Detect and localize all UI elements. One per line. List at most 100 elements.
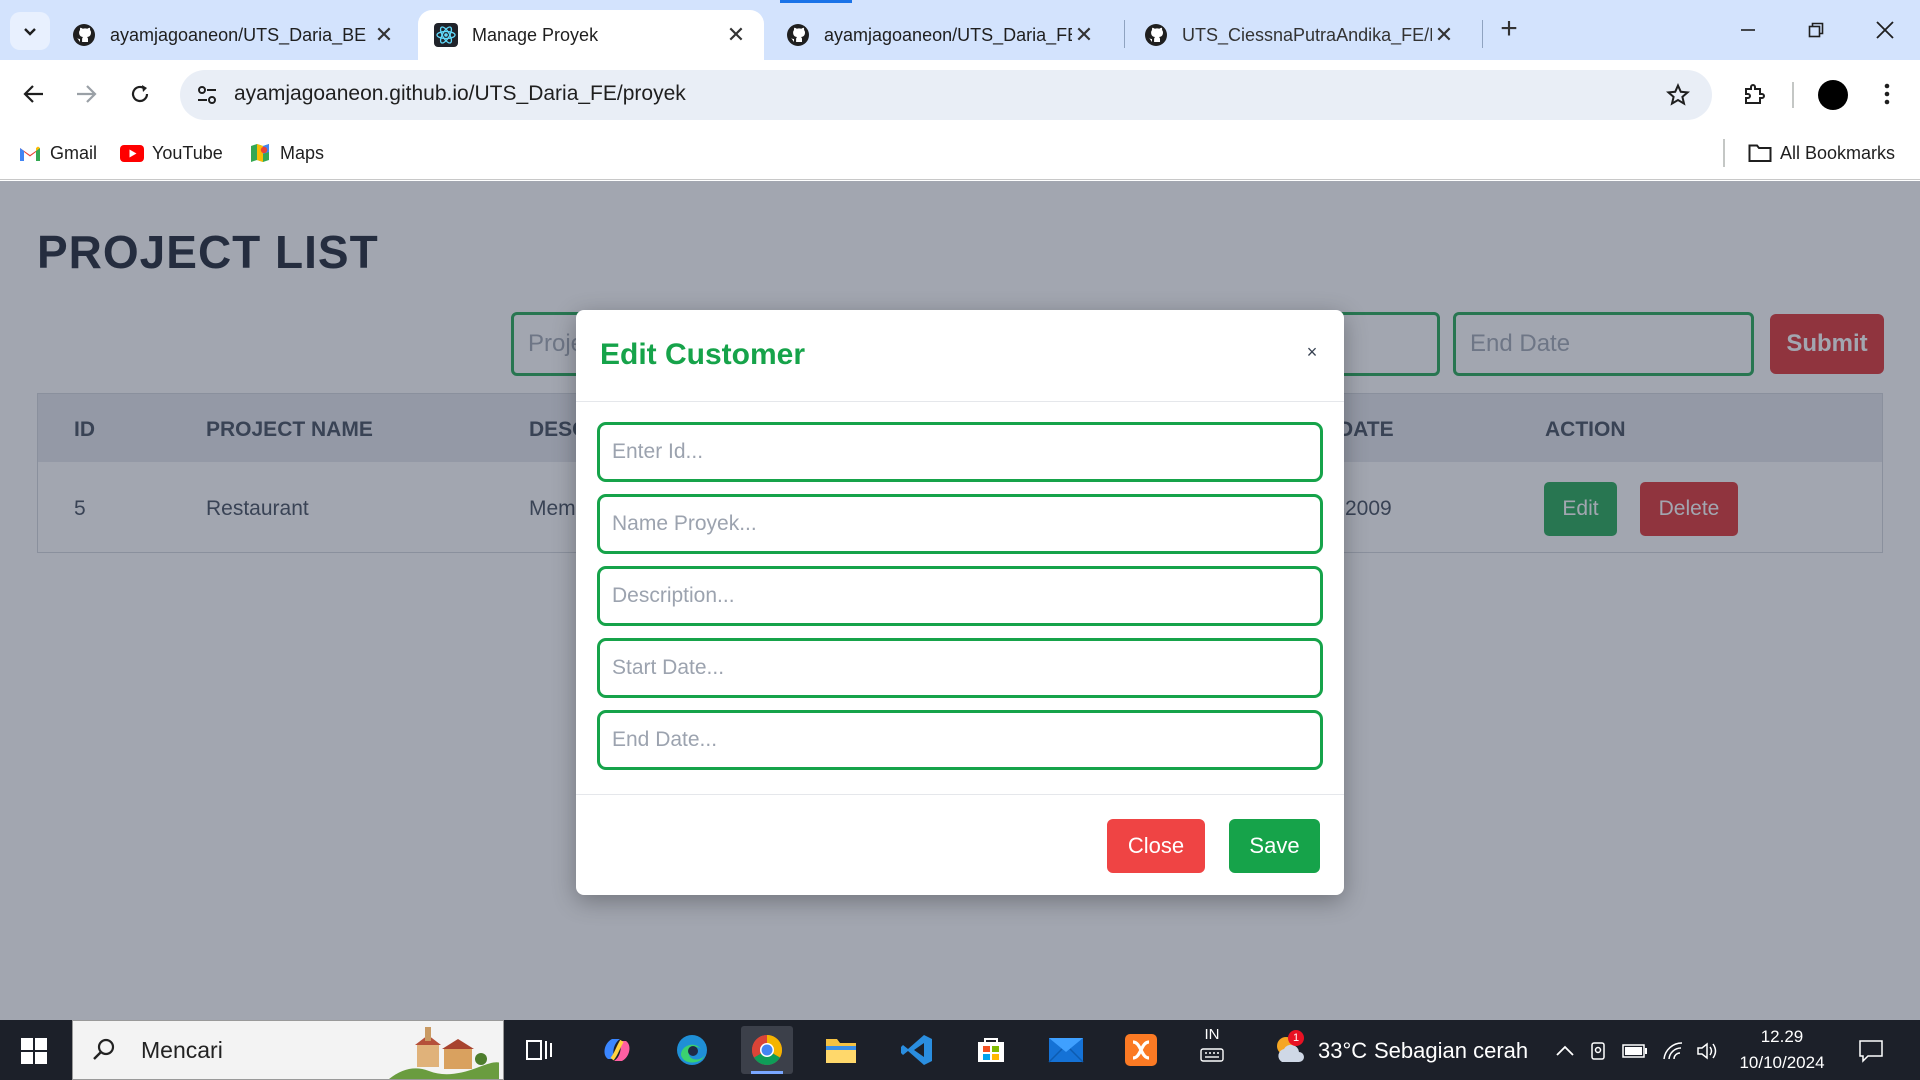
close-icon[interactable]: × [1300, 340, 1324, 364]
clock-date: 10/10/2024 [1739, 1053, 1825, 1072]
github-icon [786, 23, 810, 47]
maps-icon [248, 142, 272, 164]
tab-title: UTS_CiessnaPutraAndika_FE/RE [1182, 24, 1432, 45]
site-settings-icon[interactable] [192, 80, 222, 110]
microsoft-store-icon[interactable] [965, 1026, 1017, 1074]
end-date-placeholder: End Date... [612, 728, 718, 751]
name-proyek-input[interactable]: Name Proyek... [597, 494, 1323, 554]
all-bookmarks[interactable]: All Bookmarks [1748, 138, 1895, 168]
tab-title: Manage Proyek [472, 24, 599, 45]
notification-icon[interactable] [1856, 1036, 1886, 1066]
page-content: PROJECT LIST Proje End Date Submit ID PR… [0, 181, 1920, 1020]
copilot-icon[interactable] [591, 1026, 643, 1074]
start-date-placeholder: Start Date... [612, 656, 725, 679]
browser-toolbar: ayamjagoaneon.github.io/UTS_Daria_FE/pro… [0, 60, 1920, 128]
bookmark-maps[interactable]: Maps [248, 138, 324, 168]
windows-start-icon[interactable] [14, 1034, 54, 1068]
restore-icon[interactable] [1796, 14, 1836, 46]
chrome-icon[interactable] [741, 1026, 793, 1074]
folder-icon [1748, 142, 1772, 164]
bookmark-star-icon[interactable] [1662, 79, 1694, 111]
tab-manage-proyek[interactable]: Manage Proyek ✕ [418, 10, 764, 60]
chevron-down-icon [24, 28, 36, 36]
clock-time: 12.29 [1760, 1027, 1804, 1046]
name-placeholder: Name Proyek... [612, 512, 757, 535]
close-window-icon[interactable] [1865, 14, 1905, 46]
modal-header: Edit Customer × [576, 310, 1344, 402]
new-tab-icon[interactable]: + [1493, 14, 1525, 46]
youtube-icon [120, 142, 144, 164]
vscode-icon[interactable] [891, 1026, 943, 1074]
bookmark-label: Maps [280, 142, 325, 163]
reload-icon[interactable] [120, 74, 160, 114]
modal-title: Edit Customer [600, 338, 806, 371]
bookmarks-divider [1723, 139, 1725, 167]
close-button[interactable]: Close [1107, 819, 1205, 873]
tab-separator [1124, 20, 1125, 48]
taskbar-search[interactable]: Mencari [72, 1020, 504, 1080]
minimize-icon[interactable] [1728, 14, 1768, 46]
toolbar-divider [1792, 82, 1794, 108]
modal-footer: Close Save [576, 794, 1344, 895]
tab-uts-daria-be[interactable]: ayamjagoaneon/UTS_Daria_BE ✕ [56, 10, 412, 60]
tab-uts-ciessna[interactable]: UTS_CiessnaPutraAndika_FE/RE ✕ [1128, 10, 1472, 60]
weather-badge: 1 [1288, 1030, 1304, 1046]
search-text: Mencari [141, 1036, 223, 1063]
windows-taskbar: Mencari IN 1 33°C Sebagian cerah 12.29 1… [0, 1020, 1920, 1080]
chevron-up-icon[interactable] [1552, 1038, 1578, 1064]
description-placeholder: Description... [612, 584, 735, 607]
weather-description: Sebagian cerah [1374, 1038, 1529, 1063]
close-tab-icon[interactable]: ✕ [1072, 22, 1096, 47]
start-date-field[interactable]: Start Date... [597, 638, 1323, 698]
github-icon [1144, 23, 1168, 47]
github-icon [72, 23, 96, 47]
id-input[interactable]: Enter Id... [597, 422, 1323, 482]
close-tab-icon[interactable]: ✕ [1432, 22, 1456, 47]
close-tab-icon[interactable]: ✕ [372, 22, 396, 47]
id-placeholder: Enter Id... [612, 440, 704, 463]
back-arrow-icon[interactable] [14, 74, 54, 114]
meet-now-icon[interactable] [1586, 1038, 1612, 1064]
search-icon [91, 1037, 131, 1063]
xampp-icon[interactable] [1115, 1026, 1167, 1074]
tab-title: ayamjagoaneon/UTS_Daria_BE [110, 24, 367, 45]
edit-customer-modal: Edit Customer × Enter Id... Name Proyek.… [576, 310, 1344, 895]
keyboard-icon [1200, 1048, 1224, 1062]
save-button[interactable]: Save [1229, 819, 1320, 873]
profile-avatar[interactable] [1818, 80, 1848, 110]
language-code: IN [1204, 1026, 1220, 1043]
tab-title: ayamjagoaneon/UTS_Daria_FE [824, 24, 1072, 45]
forward-arrow-icon[interactable] [66, 74, 106, 114]
loading-indicator [780, 0, 852, 3]
extensions-puzzle-icon[interactable] [1734, 74, 1774, 114]
mail-icon[interactable] [1040, 1026, 1092, 1074]
tab-separator [1482, 20, 1483, 48]
input-language[interactable]: IN [1200, 1026, 1224, 1067]
file-explorer-icon[interactable] [815, 1026, 867, 1074]
search-highlight-illustration-icon [389, 1023, 499, 1079]
edge-icon[interactable] [666, 1026, 718, 1074]
react-icon [434, 23, 458, 47]
bookmarks-bar: Gmail YouTube Maps All Bookmarks [0, 128, 1920, 180]
end-date-field[interactable]: End Date... [597, 710, 1323, 770]
weather-temp: 33°C [1318, 1038, 1368, 1063]
wifi-icon[interactable] [1660, 1038, 1686, 1064]
address-bar[interactable]: ayamjagoaneon.github.io/UTS_Daria_FE/pro… [180, 70, 1712, 120]
close-tab-icon[interactable]: ✕ [724, 22, 748, 47]
bookmark-label: YouTube [152, 142, 223, 163]
bookmark-label: Gmail [50, 142, 98, 163]
volume-icon[interactable] [1694, 1038, 1720, 1064]
description-input[interactable]: Description... [597, 566, 1323, 626]
gmail-icon [18, 142, 42, 164]
system-clock[interactable]: 12.29 10/10/2024 [1732, 1024, 1832, 1076]
battery-icon[interactable] [1622, 1038, 1648, 1064]
bookmark-youtube[interactable]: YouTube [120, 138, 223, 168]
task-view-icon[interactable] [513, 1026, 565, 1074]
url-text: ayamjagoaneon.github.io/UTS_Daria_FE/pro… [234, 82, 686, 105]
all-bookmarks-label: All Bookmarks [1780, 142, 1896, 163]
bookmark-gmail[interactable]: Gmail [18, 138, 97, 168]
tab-uts-daria-fe[interactable]: ayamjagoaneon/UTS_Daria_FE ✕ [770, 10, 1112, 60]
more-menu-icon[interactable] [1872, 76, 1902, 112]
tab-search-button[interactable] [10, 12, 50, 50]
tab-strip: ayamjagoaneon/UTS_Daria_BE ✕ Manage Proy… [0, 0, 1920, 60]
